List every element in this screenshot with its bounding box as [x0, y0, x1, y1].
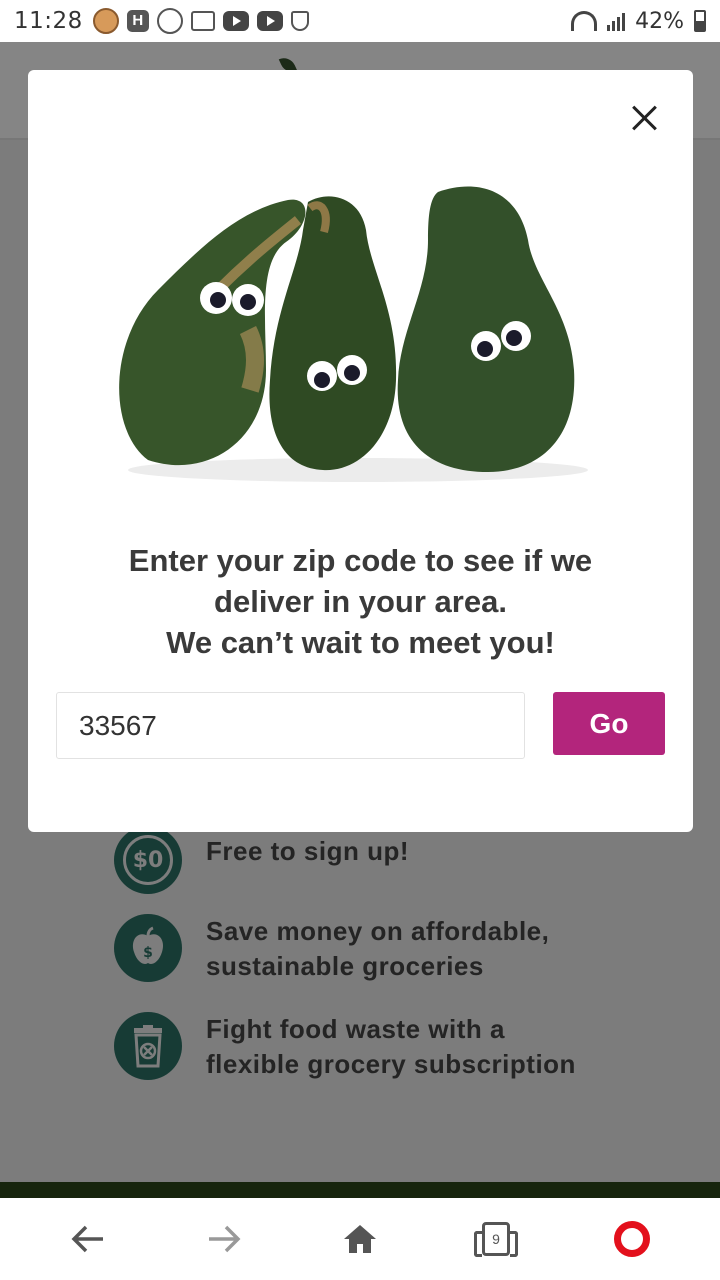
trash-glyph	[134, 1025, 162, 1068]
zip-code-input[interactable]	[56, 692, 525, 759]
feature-line: flexible grocery subscription	[206, 1049, 576, 1079]
battery-icon	[694, 10, 706, 32]
toon-blast-icon	[156, 8, 183, 34]
status-bar: 11:28 H 42%	[0, 0, 720, 42]
gallery-icon	[190, 11, 215, 31]
youtube-icon	[256, 11, 283, 31]
go-button[interactable]: Go	[553, 692, 665, 755]
tab-count: 9	[474, 1222, 518, 1257]
feature-food-waste: Fight food waste with a flexible grocery…	[114, 1012, 576, 1082]
footer-band	[0, 1182, 720, 1198]
signal-icon	[607, 11, 626, 31]
trash-bin-icon	[114, 1012, 182, 1080]
close-icon[interactable]	[625, 98, 665, 138]
shield-icon	[290, 11, 309, 31]
dollar-zero-icon: $0	[114, 826, 182, 894]
apple-glyph: $	[132, 926, 164, 964]
feature-line: Free to sign up!	[206, 836, 409, 866]
feature-text: Save money on affordable, sustainable gr…	[206, 914, 549, 984]
forward-arrow-icon[interactable]	[194, 1209, 254, 1269]
feature-line: Fight food waste with a	[206, 1014, 505, 1044]
battery-percent: 42%	[635, 8, 684, 34]
h-app-icon: H	[126, 10, 149, 32]
opera-logo	[614, 1221, 650, 1257]
zip-prompt-line: We can’t wait to meet you!	[166, 625, 555, 660]
feature-save-money: $ Save money on affordable, sustainable …	[114, 914, 549, 984]
dollar-zero-ring: $0	[123, 835, 173, 885]
apple-money-icon: $	[114, 914, 182, 982]
avatar-icon	[92, 8, 119, 34]
youtube-icon	[222, 11, 249, 31]
feature-text: Free to sign up!	[206, 834, 409, 869]
notification-icons: H	[92, 8, 309, 34]
zip-prompt-line: deliver in your area.	[214, 584, 507, 619]
wifi-icon	[571, 11, 598, 31]
feature-line: sustainable groceries	[206, 951, 484, 981]
zip-code-modal: Enter your zip code to see if we deliver…	[28, 70, 693, 832]
tabs-icon[interactable]: 9	[466, 1209, 526, 1269]
feature-line: Save money on affordable,	[206, 916, 550, 946]
browser-bottom-nav: 9	[0, 1198, 720, 1280]
opera-icon[interactable]	[602, 1209, 662, 1269]
svg-text:$: $	[143, 945, 153, 961]
feature-free-signup: $0 Free to sign up!	[114, 826, 409, 894]
feature-text: Fight food waste with a flexible grocery…	[206, 1012, 576, 1082]
avocado-illustration	[119, 186, 588, 482]
status-time: 11:28	[14, 8, 83, 34]
zip-prompt-line: Enter your zip code to see if we	[128, 543, 593, 578]
system-status: 42%	[571, 9, 706, 34]
back-arrow-icon[interactable]	[58, 1209, 118, 1269]
zip-prompt: Enter your zip code to see if we deliver…	[68, 540, 653, 663]
home-icon[interactable]	[330, 1209, 390, 1269]
